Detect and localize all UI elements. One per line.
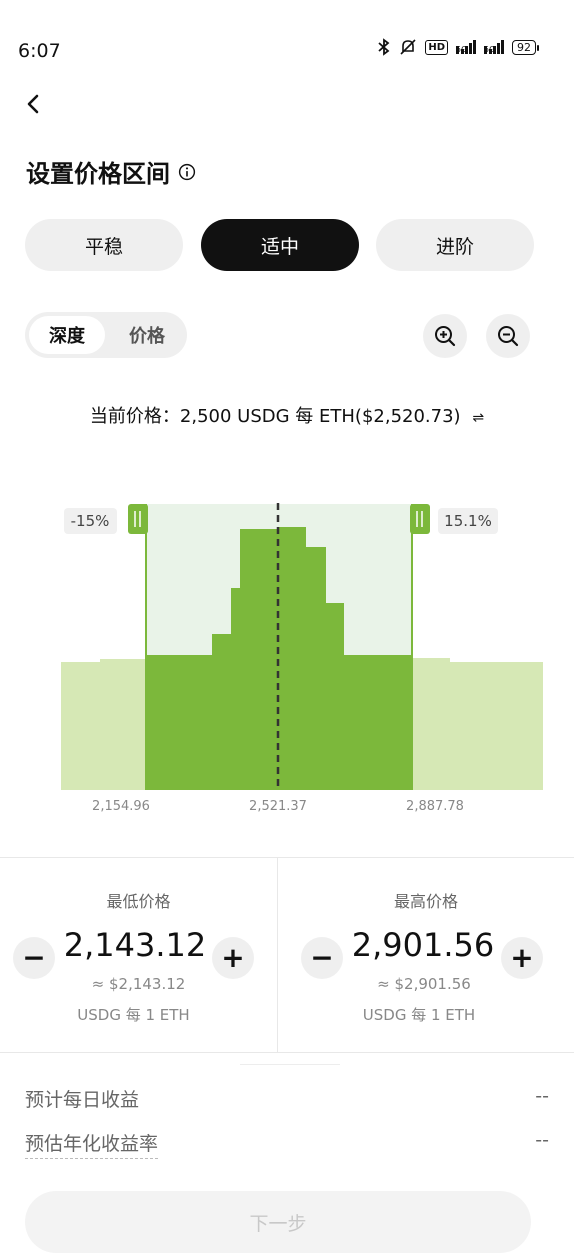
current-price-text: 当前价格：2,500 USDG 每 ETH($2,520.73) [89, 406, 461, 427]
panel-divider-top [0, 857, 574, 858]
zoom-out-button[interactable] [486, 314, 530, 358]
status-time: 6:07 [18, 40, 61, 62]
low-pct-label: -15% [71, 512, 110, 530]
zoom-in-button[interactable] [423, 314, 467, 358]
back-arrow-icon[interactable] [22, 92, 46, 116]
signal-icon: 5G [456, 40, 476, 54]
min-price-increase-button[interactable]: + [212, 937, 254, 979]
panel-divider-bottom [0, 1052, 574, 1053]
tab-moderate[interactable]: 适中 [201, 219, 359, 271]
zoom-out-icon [498, 326, 519, 347]
tab-stable[interactable]: 平稳 [25, 219, 183, 271]
min-price-value[interactable]: 2,143.12 [55, 926, 215, 964]
battery-icon: 92 [512, 39, 539, 55]
tick-mid: 2,521.37 [249, 799, 307, 814]
max-price-decrease-button[interactable]: − [301, 937, 343, 979]
max-price-increase-button[interactable]: + [501, 937, 543, 979]
range-handle-left[interactable] [128, 504, 148, 534]
bell-off-icon [400, 39, 416, 55]
network-label-2: 5G [484, 46, 495, 54]
min-price-label: 最低价格 [106, 892, 171, 911]
daily-earnings-value: -- [535, 1085, 549, 1107]
depth-chart: -15% 15.1% 2,154.96 2,521.37 2,887.78 [61, 503, 543, 814]
scroll-indicator [240, 1064, 340, 1065]
signal-icon-2: 5G [484, 40, 504, 54]
toggle-price[interactable]: 价格 [111, 316, 183, 354]
min-price-usd: ≈ $2,143.12 [91, 975, 186, 993]
toggle-depth[interactable]: 深度 [29, 316, 105, 354]
apr-label[interactable]: 预估年化收益率 [25, 1129, 159, 1159]
page-title: 设置价格区间 [26, 160, 170, 188]
current-price: 当前价格：2,500 USDG 每 ETH($2,520.73) ⇌ [0, 402, 574, 428]
status-icons: HD 5G 5G 92 [377, 38, 539, 56]
network-label: 5G [456, 46, 467, 54]
apr-value: -- [535, 1129, 549, 1151]
tab-advanced[interactable]: 进阶 [376, 219, 534, 271]
max-price-unit: USDG 每 1 ETH [362, 1006, 476, 1024]
depth-outside-right [412, 658, 543, 790]
min-price-decrease-button[interactable]: − [13, 937, 55, 979]
view-toggle: 深度 价格 [25, 312, 187, 358]
bluetooth-icon [378, 38, 390, 56]
range-handle-right[interactable] [410, 504, 430, 534]
info-icon[interactable] [178, 163, 196, 181]
swap-icon[interactable]: ⇌ [472, 410, 484, 426]
daily-earnings-label: 预计每日收益 [25, 1089, 140, 1111]
depth-outside-left [61, 659, 146, 790]
max-price-label: 最高价格 [393, 892, 458, 911]
next-button[interactable]: 下一步 [25, 1191, 531, 1253]
min-price-unit: USDG 每 1 ETH [77, 1006, 190, 1024]
hd-icon: HD [425, 39, 448, 55]
tick-low: 2,154.96 [92, 799, 150, 814]
tick-high: 2,887.78 [406, 799, 464, 814]
title-row: 设置价格区间 [26, 154, 196, 189]
max-price-value[interactable]: 2,901.56 [343, 926, 503, 964]
zoom-in-icon [435, 326, 456, 347]
max-price-usd: ≈ $2,901.56 [377, 975, 471, 993]
high-pct-label: 15.1% [444, 512, 492, 530]
